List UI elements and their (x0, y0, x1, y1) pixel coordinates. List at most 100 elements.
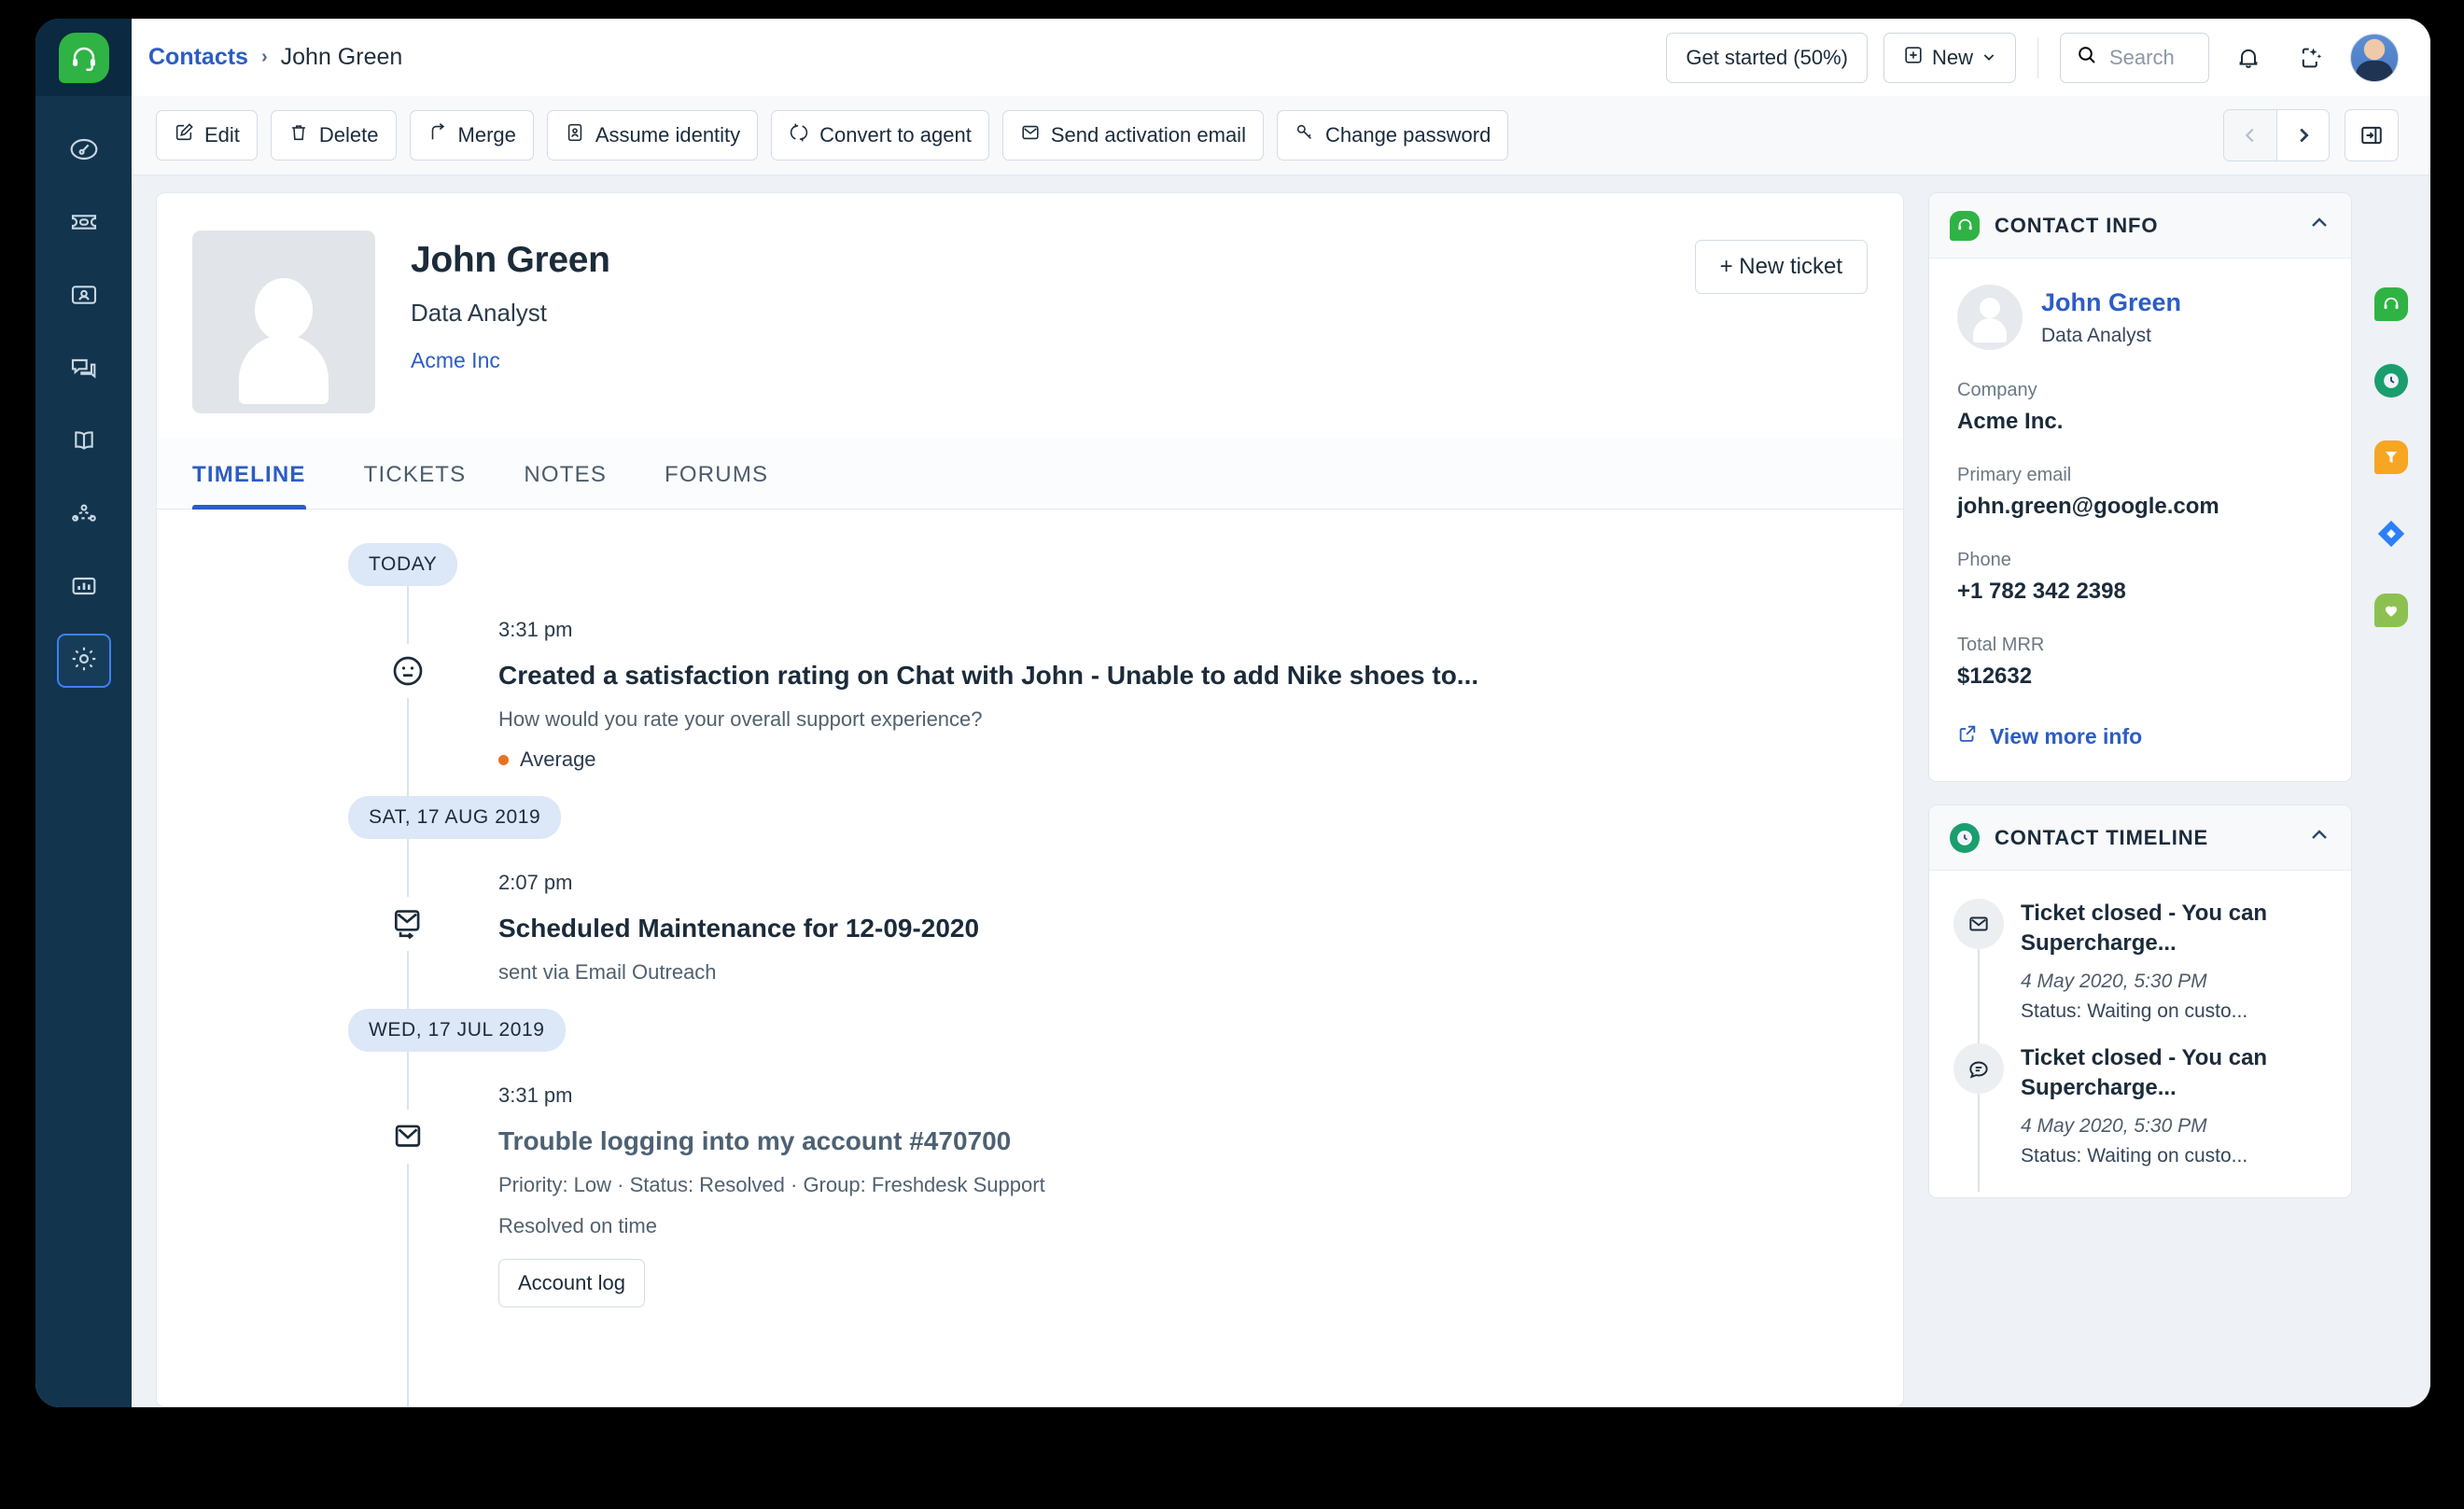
view-more-info-link[interactable]: View more info (1957, 723, 2323, 749)
timeline-title[interactable]: Scheduled Maintenance for 12-09-2020 (498, 914, 979, 943)
contact-company-link[interactable]: Acme Inc (411, 348, 610, 373)
freshdesk-app-icon[interactable] (2374, 287, 2408, 321)
contact-info-header: CONTACT INFO (1929, 193, 2351, 258)
timeline-title[interactable]: Trouble logging into my account #470700 (498, 1126, 1045, 1156)
sidebar-item-chat[interactable] (57, 342, 111, 397)
new-button[interactable]: New (1883, 32, 2016, 83)
search-input[interactable]: Search (2060, 32, 2209, 83)
convert-to-agent-button[interactable]: Convert to agent (771, 110, 989, 161)
new-ticket-wrap: + New ticket (1694, 231, 1868, 294)
delete-label: Delete (318, 123, 379, 147)
contact-timeline-title: CONTACT TIMELINE (1995, 825, 2209, 849)
contact-info-avatar (1957, 285, 2023, 350)
tab-tickets[interactable]: TICKETS (364, 438, 467, 509)
contact-info-role: Data Analyst (2041, 324, 2151, 346)
sidebar-item-admin[interactable] (56, 634, 111, 688)
timeline-entry: 3:31 pm Trouble logging into my account … (157, 1052, 1903, 1332)
timeline-entry-content: 3:31 pm Created a satisfaction rating on… (498, 618, 1478, 796)
edit-button[interactable]: Edit (156, 110, 258, 161)
main-area: Contacts › John Green Get started (50%) … (132, 19, 2430, 1407)
new-button-label: New (1931, 45, 1973, 69)
trash-icon (288, 122, 309, 148)
timeline-subtitle: Priority: Low · Status: Resolved · Group… (498, 1173, 1045, 1196)
field-phone: Phone +1 782 342 2398 (1957, 550, 2323, 605)
next-record-button[interactable] (2276, 110, 2329, 161)
sidebar-item-tickets[interactable] (57, 197, 111, 251)
panel-collapse-icon[interactable] (2345, 109, 2399, 161)
timeline-date-badge: WED, 17 JUL 2019 (348, 1009, 566, 1052)
chevron-up-icon[interactable] (2308, 212, 2331, 239)
nav-item-list (56, 124, 111, 688)
sidebar-item-contacts[interactable] (57, 270, 111, 324)
list-item: Ticket closed - You can Supercharge... 4… (1953, 1042, 2327, 1192)
bell-icon[interactable] (2225, 35, 2272, 81)
timeline-subtitle: How would you rate your overall support … (498, 707, 983, 731)
field-company-label: Company (1957, 380, 2037, 400)
account-log-button[interactable]: Account log (498, 1259, 645, 1307)
sidebar-item-analytics[interactable] (57, 561, 111, 615)
header-actions: Get started (50%) New Search (1666, 32, 2399, 83)
view-more-info-label: View more info (1990, 723, 2143, 748)
timeline-list: TODAY 3:31 pm Created a satisfaction rat… (157, 510, 1903, 1406)
field-primary-email: Primary email john.green@google.com (1957, 465, 2323, 520)
timeline-rating: Average (498, 748, 1478, 772)
timeline-date-badge: SAT, 17 AUG 2019 (348, 796, 562, 839)
assume-identity-button[interactable]: Assume identity (546, 110, 759, 161)
timeline-rail (1978, 1093, 1980, 1192)
contact-info-name-link[interactable]: John Green (2041, 288, 2181, 317)
change-password-button[interactable]: Change password (1276, 110, 1509, 161)
timeline-title[interactable]: Created a satisfaction rating on Chat wi… (498, 661, 1478, 691)
funnel-app-icon[interactable] (2374, 440, 2408, 474)
content-split: John Green Data Analyst Acme Inc + New t… (132, 175, 2430, 1407)
timeline-time: 3:31 pm (498, 1083, 573, 1107)
sparkle-icon[interactable] (2288, 35, 2334, 81)
field-company: Company Acme Inc. (1957, 380, 2323, 435)
app-window: Contacts › John Green Get started (50%) … (35, 19, 2430, 1407)
headset-leaf-icon (1950, 210, 1980, 241)
clock-icon (1950, 822, 1980, 853)
tab-forums[interactable]: FORUMS (665, 438, 768, 509)
timeline-item-title[interactable]: Ticket closed - You can Supercharge... (2021, 899, 2327, 959)
breadcrumb: Contacts › John Green (148, 44, 402, 71)
timeline-entry: 3:31 pm Created a satisfaction rating on… (157, 586, 1903, 796)
rating-label: Average (520, 748, 596, 771)
right-sidebar: CONTACT INFO John Green Data Analyst Com… (1904, 175, 2352, 1407)
sidebar-item-solutions[interactable] (57, 415, 111, 469)
timeline-time: 3:31 pm (498, 618, 573, 641)
app-rail (2352, 175, 2430, 1407)
refresh-icon (789, 122, 809, 148)
logo-area (35, 19, 132, 96)
new-ticket-button[interactable]: + New ticket (1694, 240, 1868, 294)
delete-button[interactable]: Delete (270, 110, 397, 161)
field-company-value: Acme Inc. (1957, 409, 2064, 434)
headset-icon[interactable] (58, 32, 109, 83)
timeline-entry: 2:07 pm Scheduled Maintenance for 12-09-… (157, 839, 1903, 1009)
chat-bubbles-icon (69, 353, 99, 387)
breadcrumb-contacts-link[interactable]: Contacts (148, 44, 248, 71)
send-activation-email-button[interactable]: Send activation email (1001, 110, 1264, 161)
merge-button[interactable]: Merge (409, 110, 534, 161)
sidebar-item-dashboard[interactable] (57, 124, 111, 178)
tab-timeline[interactable]: TIMELINE (192, 438, 306, 510)
key-icon (1295, 122, 1315, 148)
timeline-item-status: Status: Waiting on custo... (2021, 999, 2248, 1022)
timeline-rail (1978, 949, 1980, 1047)
prev-record-button[interactable] (2224, 110, 2276, 161)
health-app-icon[interactable] (2374, 594, 2408, 627)
bar-chart-icon (69, 571, 99, 606)
avatar[interactable] (2350, 33, 2399, 82)
breadcrumb-separator: › (260, 47, 268, 67)
field-total-mrr: Total MRR $12632 (1957, 635, 2323, 690)
timeline-item-title[interactable]: Ticket closed - You can Supercharge... (2021, 1043, 2327, 1104)
chevron-up-icon[interactable] (2308, 824, 2331, 851)
time-tracking-app-icon[interactable] (2374, 364, 2408, 398)
tab-notes[interactable]: NOTES (524, 438, 607, 509)
contact-header: John Green Data Analyst Acme Inc + New t… (157, 193, 1903, 438)
sidebar-item-automations[interactable] (57, 488, 111, 542)
get-started-button[interactable]: Get started (50%) (1666, 32, 1868, 83)
timeline-item-date: 4 May 2020, 5:30 PM (2021, 1114, 2207, 1137)
jira-app-icon[interactable] (2374, 517, 2408, 551)
plus-box-icon (1903, 45, 1924, 71)
contact-timeline-body: Ticket closed - You can Supercharge... 4… (1929, 871, 2351, 1197)
record-toolbar: Edit Delete Merge Assume identity Conver… (132, 96, 2430, 175)
